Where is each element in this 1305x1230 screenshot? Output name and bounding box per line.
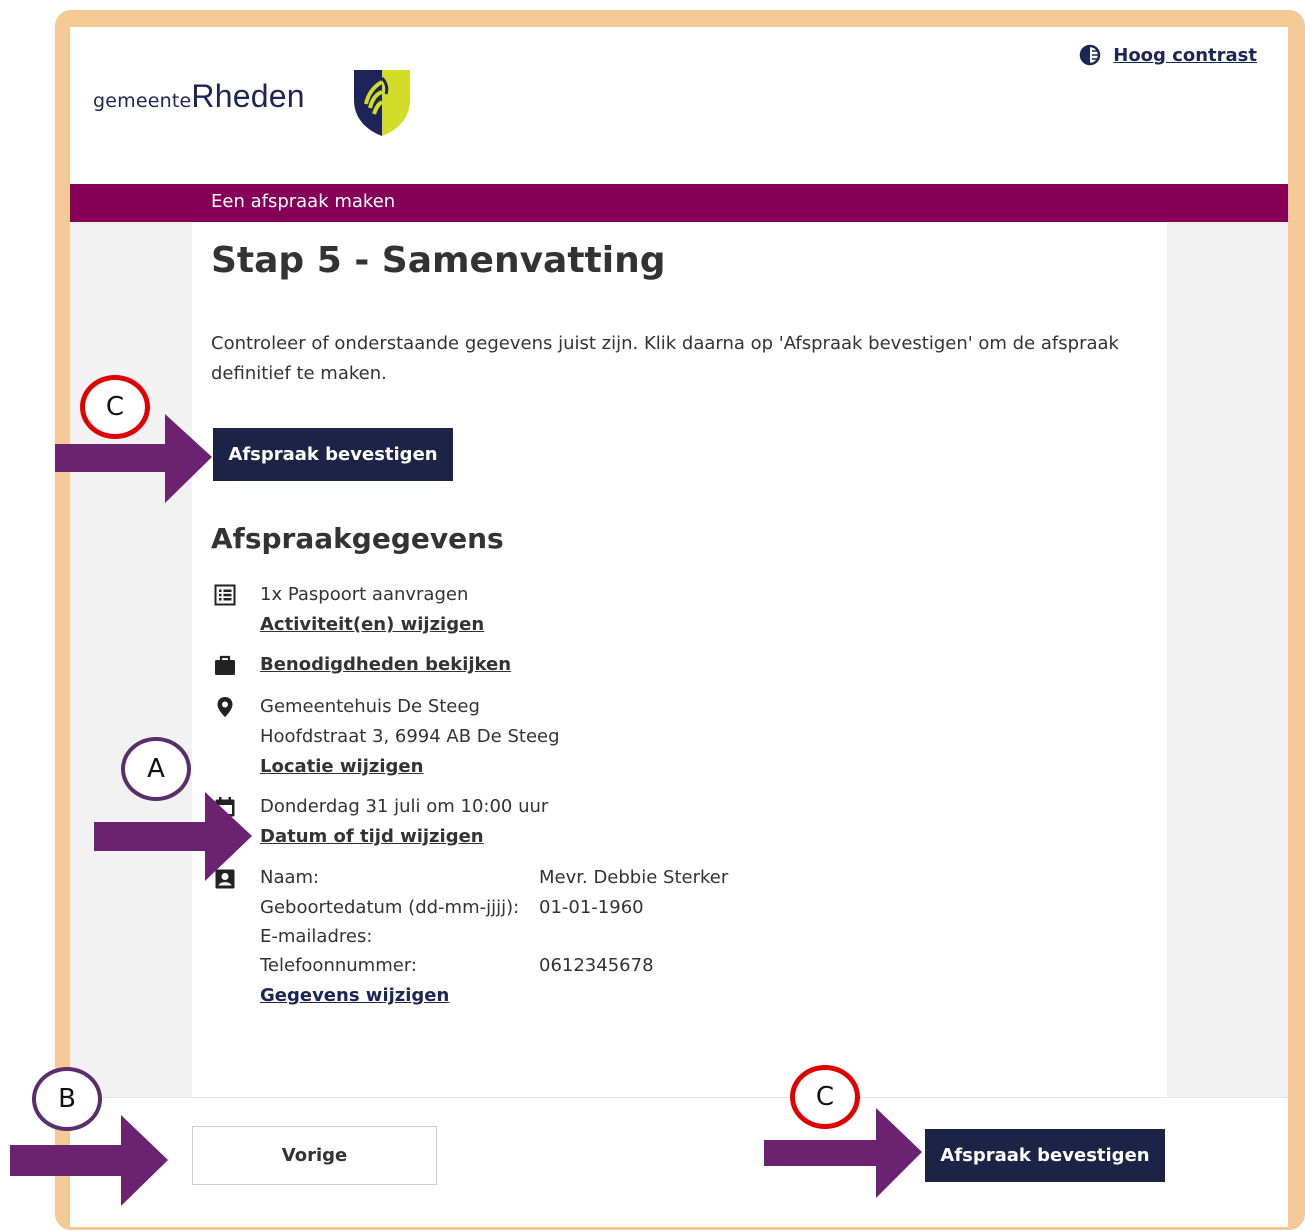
arrow-b-icon xyxy=(10,1115,168,1206)
marker-c-top: C xyxy=(80,375,150,439)
marker-c-bottom: C xyxy=(790,1065,860,1129)
marker-b: B xyxy=(32,1067,102,1131)
annotation-arrows xyxy=(10,414,922,1206)
arrow-a-icon xyxy=(94,792,252,881)
marker-a: A xyxy=(121,737,191,801)
